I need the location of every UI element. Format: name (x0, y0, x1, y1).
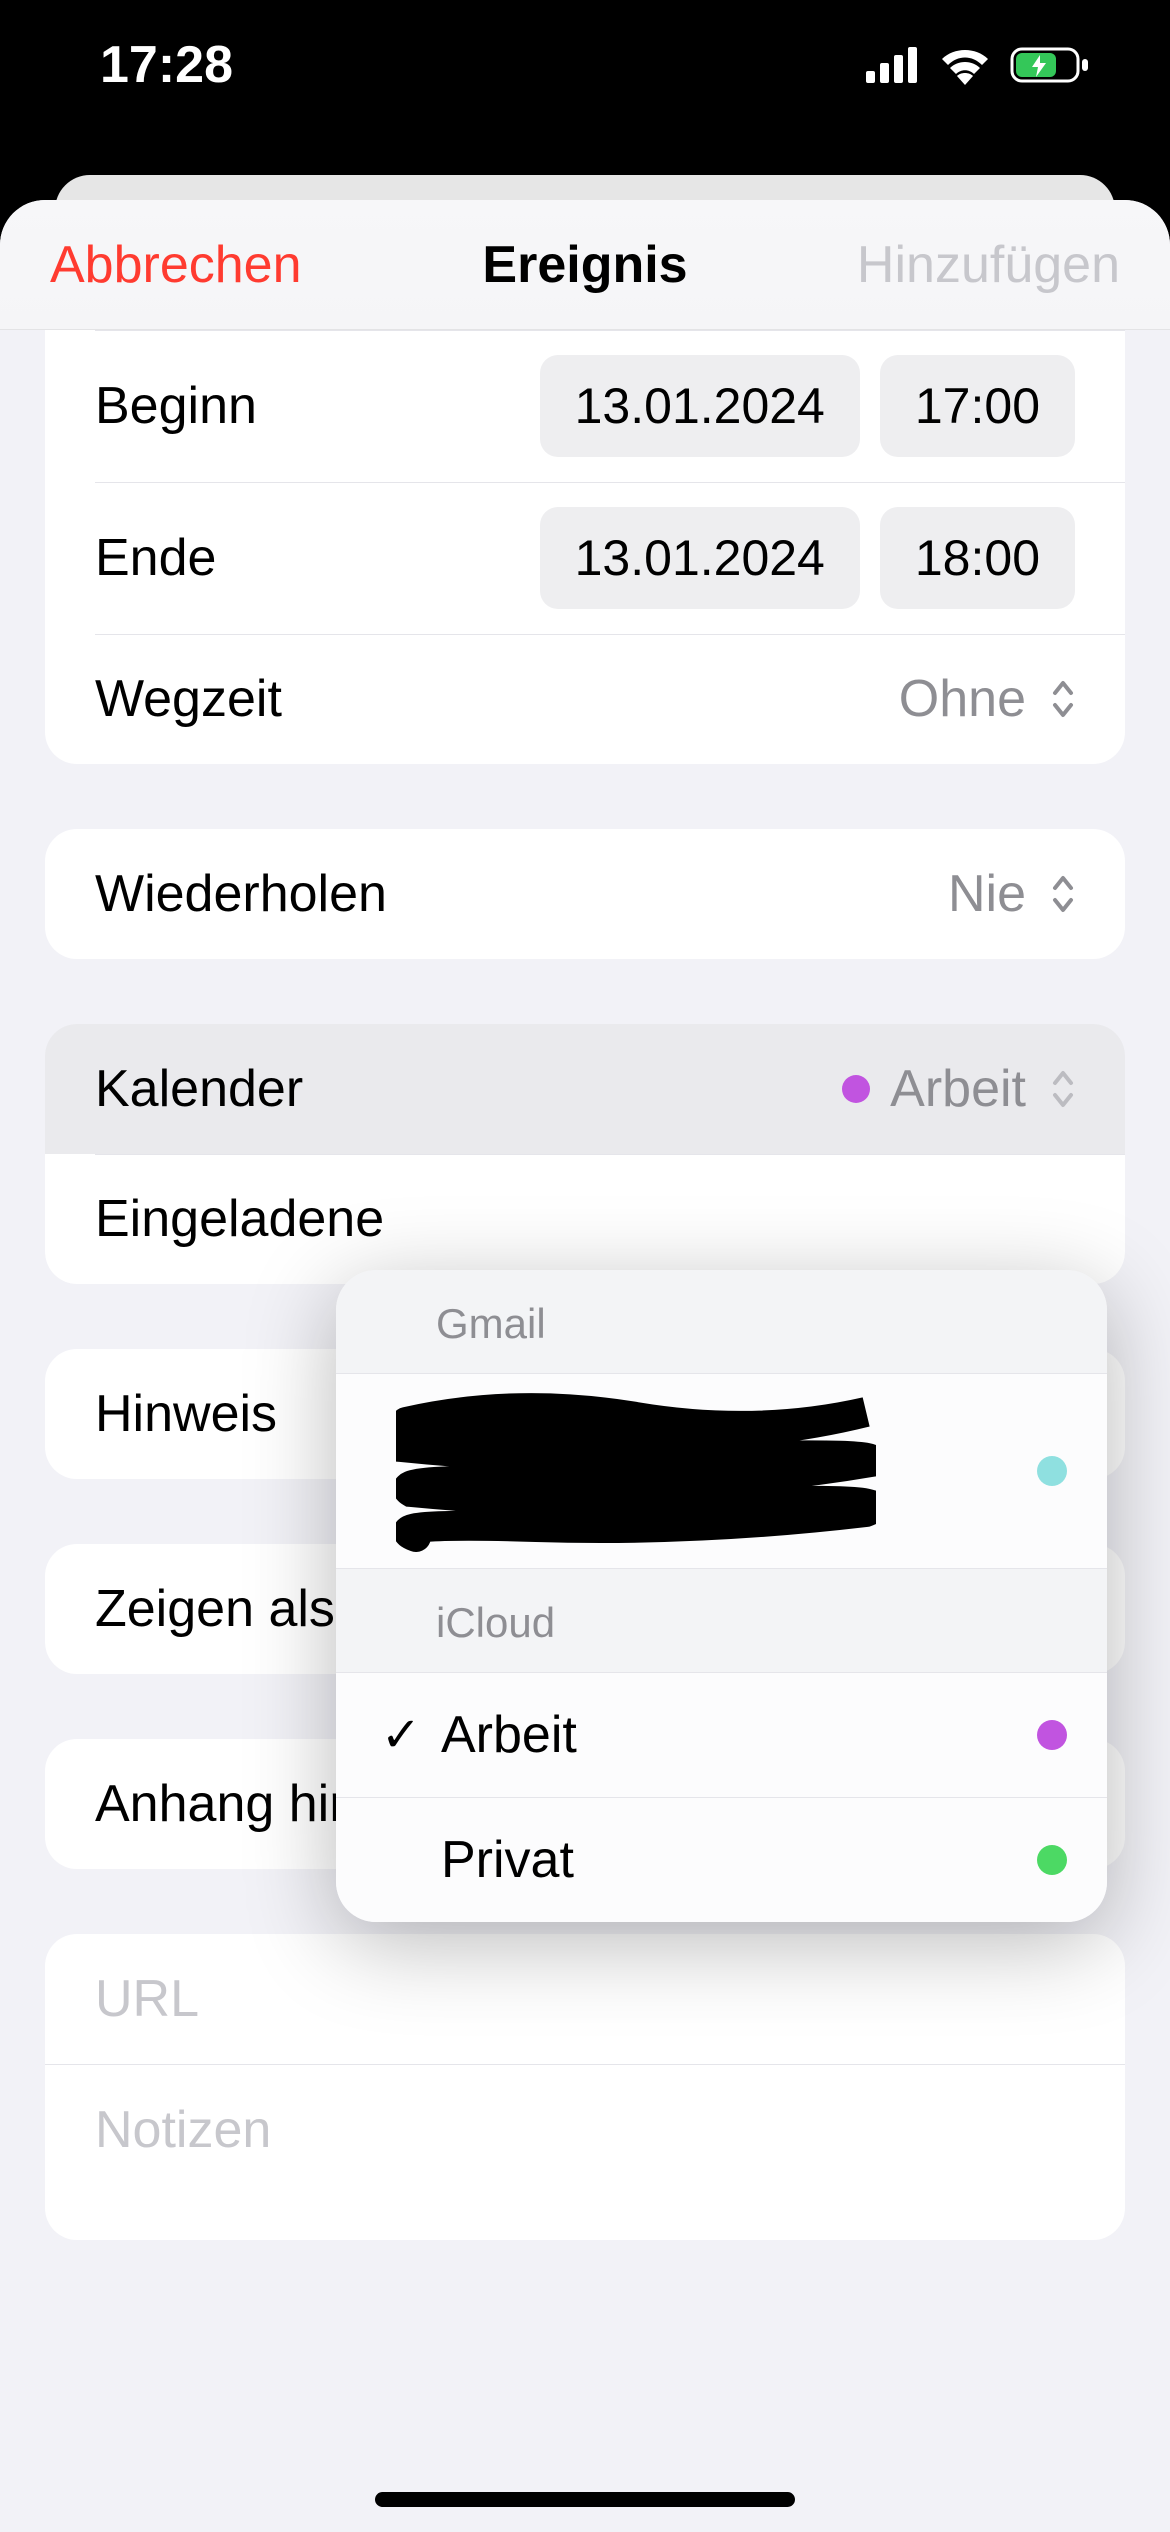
calendar-label: Kalender (95, 1059, 303, 1119)
calendar-value: Arbeit (890, 1059, 1026, 1119)
alert-label: Hinweis (95, 1384, 277, 1444)
status-bar: 17:28 (0, 0, 1170, 130)
sheet-title: Ereignis (482, 235, 687, 295)
popover-item-arbeit[interactable]: ✓ Arbeit (336, 1672, 1107, 1797)
begin-date-picker[interactable]: 13.01.2024 (540, 355, 860, 457)
popover-item-label: Privat (436, 1830, 1037, 1890)
repeat-row[interactable]: Wiederholen Nie (45, 829, 1125, 959)
end-date-picker[interactable]: 13.01.2024 (540, 507, 860, 609)
checkmark-icon: ✓ (366, 1707, 436, 1763)
cancel-button[interactable]: Abbrechen (50, 235, 302, 295)
begin-row: Beginn 13.01.2024 17:00 (45, 330, 1125, 482)
popover-gmail-account-item[interactable] (336, 1373, 1107, 1568)
invitees-label: Eingeladene (95, 1189, 384, 1249)
begin-time-picker[interactable]: 17:00 (880, 355, 1075, 457)
sheet-header: Abbrechen Ereignis Hinzufügen (0, 200, 1170, 330)
url-notes-group: URL Notizen (45, 1934, 1125, 2240)
travel-time-label: Wegzeit (95, 669, 282, 729)
end-time-picker[interactable]: 18:00 (880, 507, 1075, 609)
invitees-row[interactable]: Eingeladene (45, 1154, 1125, 1284)
date-group: Beginn 13.01.2024 17:00 Ende 13.01.2024 … (45, 330, 1125, 764)
begin-label: Beginn (95, 376, 257, 436)
show-as-label: Zeigen als (95, 1579, 335, 1639)
popover-item-dot (1037, 1845, 1067, 1875)
add-button[interactable]: Hinzufügen (857, 235, 1120, 295)
redacted-scribble (396, 1392, 876, 1552)
popover-section-gmail: Gmail (336, 1270, 1107, 1373)
end-row: Ende 13.01.2024 18:00 (45, 482, 1125, 634)
popover-gmail-dot (1037, 1456, 1067, 1486)
chevron-updown-icon (1051, 874, 1075, 914)
status-time: 17:28 (100, 35, 233, 95)
battery-charging-icon (1010, 45, 1090, 85)
cellular-icon (866, 47, 920, 83)
calendar-group: Kalender Arbeit Eingeladene (45, 1024, 1125, 1284)
popover-section-icloud: iCloud (336, 1568, 1107, 1672)
status-icons (866, 45, 1090, 85)
repeat-label: Wiederholen (95, 864, 387, 924)
end-label: Ende (95, 528, 216, 588)
home-indicator (375, 2492, 795, 2507)
popover-item-label: Arbeit (436, 1705, 1037, 1765)
travel-time-row[interactable]: Wegzeit Ohne (45, 634, 1125, 764)
calendar-row[interactable]: Kalender Arbeit (45, 1024, 1125, 1154)
url-input[interactable]: URL (45, 1934, 1125, 2064)
chevron-updown-icon (1051, 1069, 1075, 1109)
notes-input[interactable]: Notizen (45, 2064, 1125, 2240)
popover-item-privat[interactable]: Privat (336, 1797, 1107, 1922)
calendar-color-dot (842, 1075, 870, 1103)
repeat-value: Nie (948, 864, 1026, 924)
chevron-updown-icon (1051, 679, 1075, 719)
wifi-icon (938, 45, 992, 85)
repeat-group: Wiederholen Nie (45, 829, 1125, 959)
travel-time-value: Ohne (899, 669, 1026, 729)
calendar-picker-popover: Gmail iCloud ✓ Arbeit Privat (336, 1270, 1107, 1922)
popover-item-dot (1037, 1720, 1067, 1750)
